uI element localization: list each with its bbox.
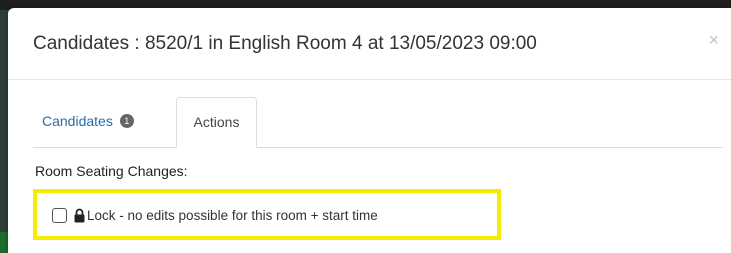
modal-header: Candidates : 8520/1 in English Room 4 at… xyxy=(8,8,731,80)
tab-actions[interactable]: Actions xyxy=(176,97,257,148)
tab-actions-label: Actions xyxy=(193,114,240,130)
close-button[interactable]: × xyxy=(708,30,719,51)
modal-title: Candidates : 8520/1 in English Room 4 at… xyxy=(33,33,537,54)
backdrop-left xyxy=(0,10,8,253)
candidates-modal: Candidates : 8520/1 in English Room 4 at… xyxy=(8,8,731,253)
tab-candidates-label: Candidates xyxy=(42,113,113,129)
tab-bar: Candidates 1 Actions xyxy=(33,97,723,148)
tab-candidates[interactable]: Candidates 1 xyxy=(33,97,143,146)
lock-icon xyxy=(74,208,85,223)
backdrop-left-accent xyxy=(0,232,8,253)
room-seating-changes-heading: Room Seating Changes: xyxy=(35,163,188,179)
lock-option-label: Lock - no edits possible for this room +… xyxy=(87,208,378,223)
candidates-count-badge: 1 xyxy=(119,114,134,128)
lock-option-highlight: Lock - no edits possible for this room +… xyxy=(33,189,501,240)
lock-checkbox[interactable] xyxy=(52,208,67,223)
